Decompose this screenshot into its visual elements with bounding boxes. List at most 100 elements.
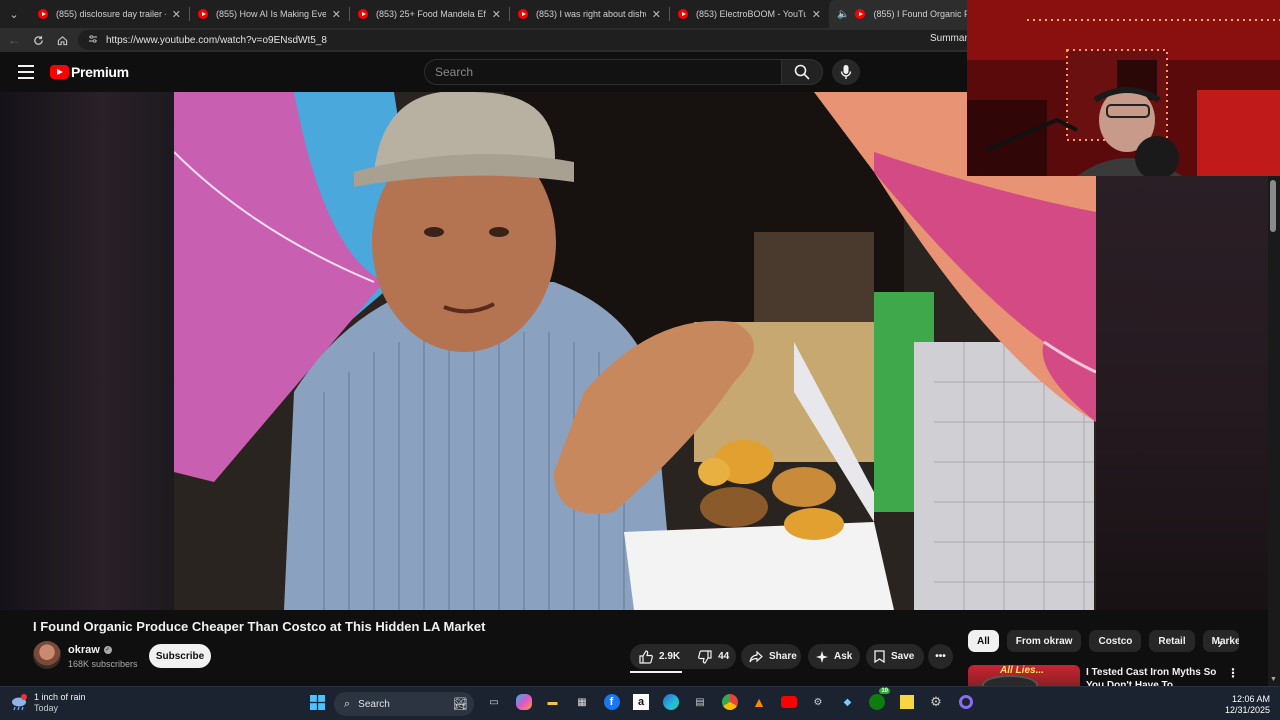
video-player[interactable] bbox=[174, 92, 1096, 610]
tab-list-chevron-icon[interactable]: ⌄ bbox=[2, 3, 26, 25]
tab-close-icon[interactable]: ✕ bbox=[492, 8, 501, 21]
search-icon bbox=[794, 64, 810, 80]
site-info-icon[interactable] bbox=[88, 34, 98, 47]
facebook-icon[interactable]: f bbox=[601, 691, 623, 713]
edge-browser-icon[interactable] bbox=[660, 691, 682, 713]
save-button[interactable]: Save bbox=[866, 644, 924, 669]
more-actions-button[interactable]: ••• bbox=[928, 644, 953, 669]
search-box[interactable] bbox=[424, 59, 782, 85]
webcam-overlay bbox=[967, 0, 1280, 176]
chip-retail[interactable]: Retail bbox=[1149, 630, 1195, 652]
windows-start-icon[interactable] bbox=[306, 691, 328, 713]
youtube-favicon-icon bbox=[678, 9, 688, 19]
pinned-apps bbox=[306, 691, 336, 713]
clock-date: 12/31/2025 bbox=[1224, 705, 1270, 715]
screen: ⌄ (855) disclosure day trailer - YouTube… bbox=[0, 0, 1280, 720]
scroll-down-arrow-icon[interactable]: ▼ bbox=[1270, 676, 1277, 683]
dislike-button[interactable]: 44 bbox=[689, 644, 738, 669]
search-icon: ⌕ bbox=[344, 697, 351, 710]
sticky-notes-icon[interactable] bbox=[896, 691, 918, 713]
recommended-video-title[interactable]: I Tested Cast Iron Myths So You Don't Ha… bbox=[1086, 666, 1226, 686]
youtube-favicon-icon bbox=[358, 9, 368, 19]
tab-title: (855) I Found Organic Produce bbox=[873, 9, 971, 19]
rain-cloud-icon bbox=[10, 694, 28, 712]
tab-close-icon[interactable]: ✕ bbox=[652, 8, 661, 21]
scrollbar-thumb[interactable] bbox=[1270, 180, 1276, 232]
speaker-icon[interactable]: 🔈 bbox=[837, 9, 849, 20]
browser-tab[interactable]: (853) I was right about dishwashers ✕ bbox=[510, 0, 669, 28]
chip-all[interactable]: All bbox=[968, 630, 999, 652]
calculator-icon[interactable]: ▤ bbox=[689, 691, 711, 713]
amazon-icon[interactable]: a bbox=[630, 691, 652, 713]
tab-title: (855) How AI Is Making Everything bbox=[216, 9, 326, 19]
tab-title: (855) disclosure day trailer - YouTube bbox=[56, 9, 166, 19]
summarize-button-label[interactable]: Summari bbox=[930, 33, 970, 44]
back-arrow-icon[interactable]: ← bbox=[2, 28, 26, 52]
pinned-apps-right: ▭ ▬ ▦ f a ▤ ▲ ⚙ ◆ 10 ⚙ bbox=[483, 688, 984, 713]
share-label: Share bbox=[769, 651, 797, 662]
tab-close-icon[interactable]: ✕ bbox=[172, 8, 181, 21]
chevron-right-icon[interactable]: › bbox=[1210, 633, 1230, 653]
more-horizontal-icon: ••• bbox=[935, 651, 946, 662]
channel-name-row[interactable]: okraw ✓ bbox=[68, 644, 112, 656]
browser-tab[interactable]: (855) disclosure day trailer - YouTube ✕ bbox=[30, 0, 189, 28]
youtube-app-icon[interactable] bbox=[778, 691, 800, 713]
youtube-premium-logo[interactable]: Premium bbox=[50, 64, 129, 80]
weather-summary: 1 inch of rain bbox=[34, 692, 86, 702]
video-title: I Found Organic Produce Cheaper Than Cos… bbox=[33, 619, 486, 634]
chrome-icon[interactable] bbox=[719, 691, 741, 713]
hamburger-menu-icon[interactable] bbox=[18, 65, 34, 79]
verified-check-icon: ✓ bbox=[103, 646, 112, 654]
search-button[interactable] bbox=[781, 59, 823, 85]
related-filter-chips: All From okraw Costco Retail Marke bbox=[968, 630, 1247, 654]
youtube-logo-icon bbox=[50, 65, 69, 79]
microsoft-store-icon[interactable]: ▦ bbox=[571, 691, 593, 713]
browser-tab[interactable]: (855) How AI Is Making Everything ✕ bbox=[190, 0, 349, 28]
browser-tab[interactable]: (853) 25+ Food Mandela Effects! - ✕ bbox=[350, 0, 509, 28]
search-input[interactable] bbox=[435, 65, 781, 79]
youtube-favicon-icon bbox=[518, 9, 528, 19]
tab-close-icon[interactable]: ✕ bbox=[812, 8, 821, 21]
subscribe-button[interactable]: Subscribe bbox=[149, 644, 211, 668]
windows-taskbar: 1 inch of rain Today ⌕ Search 🏞 ▭ ▬ ▦ f … bbox=[0, 686, 1280, 720]
ask-button[interactable]: Ask bbox=[808, 644, 860, 669]
url-field[interactable]: https://www.youtube.com/watch?v=o9ENsdWt… bbox=[78, 30, 978, 50]
page-scrollbar[interactable] bbox=[1268, 176, 1280, 686]
chip-from-channel[interactable]: From okraw bbox=[1006, 630, 1082, 652]
ask-label: Ask bbox=[834, 651, 853, 662]
file-explorer-icon[interactable]: ▬ bbox=[542, 691, 564, 713]
system-clock[interactable]: 12:06 AM 12/31/2025 bbox=[1210, 694, 1270, 716]
steam-icon[interactable]: ⚙ bbox=[807, 691, 829, 713]
obs-recording-icon[interactable] bbox=[955, 691, 977, 713]
like-button[interactable]: 2.9K bbox=[630, 644, 689, 669]
settings-gear-icon[interactable]: ⚙ bbox=[925, 691, 947, 713]
like-count: 2.9K bbox=[659, 651, 681, 662]
like-dislike-group: 2.9K 44 bbox=[630, 644, 736, 669]
like-progress-indicator bbox=[630, 671, 682, 673]
vlc-icon[interactable]: ▲ bbox=[748, 691, 770, 713]
tab-close-icon[interactable]: ✕ bbox=[332, 8, 341, 21]
channel-avatar[interactable] bbox=[33, 641, 61, 669]
weather-day: Today bbox=[34, 703, 59, 713]
reload-icon[interactable] bbox=[26, 28, 50, 52]
share-button[interactable]: Share bbox=[741, 644, 801, 669]
youtube-favicon-icon bbox=[38, 9, 48, 19]
chip-costco[interactable]: Costco bbox=[1089, 630, 1142, 652]
voice-search-button[interactable] bbox=[832, 59, 860, 85]
app-icon[interactable]: ◆ bbox=[837, 691, 859, 713]
browser-tab[interactable]: (853) ElectroBOOM - YouTube ✕ bbox=[670, 0, 829, 28]
copilot-icon[interactable] bbox=[515, 694, 532, 710]
channel-name[interactable]: okraw bbox=[68, 644, 100, 656]
taskbar-search[interactable]: ⌕ Search 🏞 bbox=[334, 692, 474, 716]
more-vertical-icon[interactable]: ⋮ bbox=[1227, 666, 1239, 680]
weather-widget[interactable]: 1 inch of rain Today bbox=[10, 692, 86, 714]
task-view-icon[interactable]: ▭ bbox=[483, 691, 505, 713]
home-icon[interactable] bbox=[50, 28, 74, 52]
tab-title: (853) I was right about dishwashers bbox=[536, 9, 646, 19]
logo-text: Premium bbox=[71, 64, 129, 80]
thumbs-down-icon bbox=[698, 649, 712, 664]
thumbs-up-icon bbox=[639, 649, 653, 664]
recommended-video-thumbnail[interactable]: All Lies... bbox=[968, 665, 1080, 686]
browser-tab-active[interactable]: 🔈 (855) I Found Organic Produce bbox=[829, 0, 979, 28]
xbox-icon[interactable]: 10 bbox=[866, 688, 890, 713]
